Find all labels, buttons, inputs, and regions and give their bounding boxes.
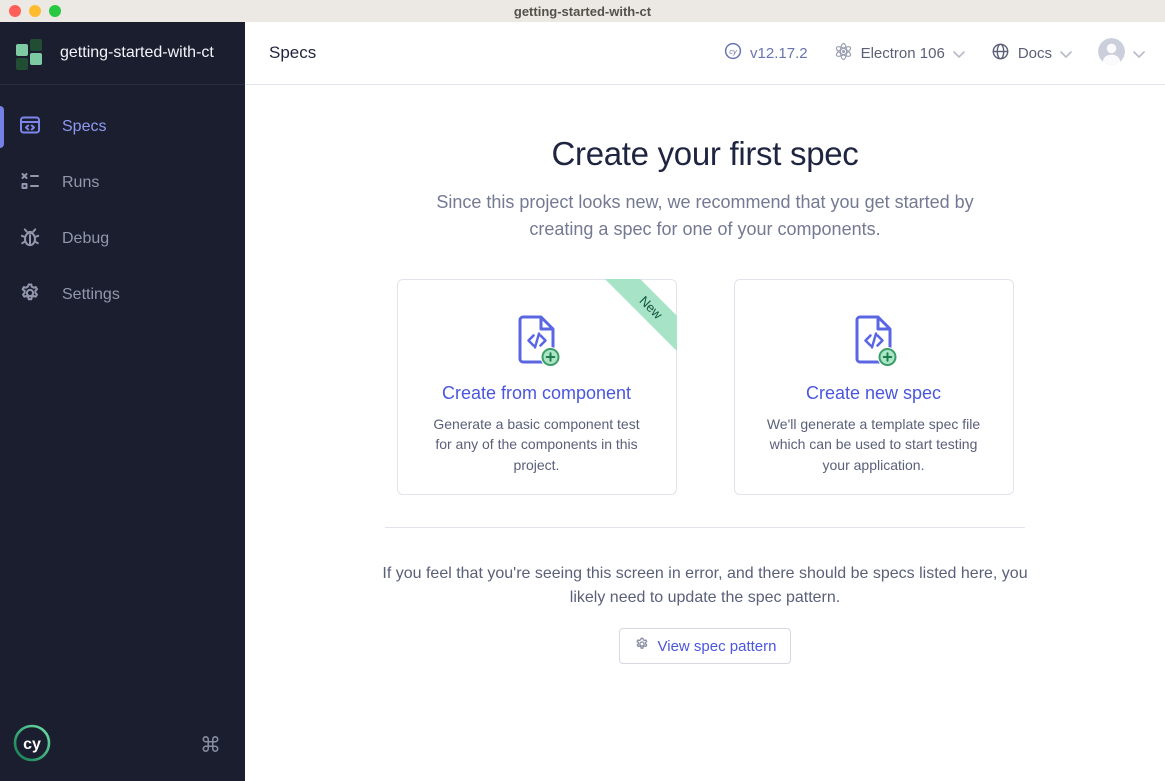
card-description: Generate a basic component test for any … — [433, 416, 640, 473]
project-name: getting-started-with-ct — [60, 44, 214, 61]
sidebar-project-header: getting-started-with-ct — [0, 22, 245, 85]
sidebar-item-label: Debug — [62, 230, 110, 247]
user-menu[interactable] — [1098, 37, 1145, 69]
main-header: Specs cy v12.17.2 Electron 106 Docs — [245, 22, 1165, 85]
view-spec-pattern-button[interactable]: View spec pattern — [618, 628, 792, 664]
runs-icon — [18, 169, 42, 198]
chevron-down-icon — [1060, 45, 1072, 62]
docs-menu[interactable]: Docs — [991, 42, 1072, 65]
main-subheading: Since this project looks new, we recomme… — [436, 192, 974, 239]
sidebar-item-runs[interactable]: Runs — [0, 155, 245, 211]
main-area: Specs cy v12.17.2 Electron 106 Docs Crea… — [245, 22, 1165, 781]
card-title: Create from component — [441, 383, 632, 403]
bug-icon — [18, 225, 42, 254]
minimize-window-button[interactable] — [29, 5, 41, 17]
chevron-down-icon — [1133, 45, 1145, 62]
sidebar-footer: cy ⌘ — [0, 709, 245, 781]
header-right-group: cy v12.17.2 Electron 106 Docs — [724, 37, 1145, 69]
sidebar-item-settings[interactable]: Settings — [0, 267, 245, 323]
docs-globe-icon — [991, 42, 1010, 65]
sidebar-item-specs[interactable]: Specs — [0, 99, 245, 155]
chevron-down-icon — [953, 45, 965, 62]
zoom-window-button[interactable] — [49, 5, 61, 17]
spec-file-icon — [850, 315, 898, 370]
spec-pattern-note: If you feel that you're seeing this scre… — [382, 565, 1028, 606]
version-link[interactable]: cy v12.17.2 — [724, 42, 808, 64]
main-heading: Create your first spec — [551, 135, 859, 172]
new-ribbon: New — [604, 279, 677, 351]
electron-icon — [834, 42, 853, 65]
specs-icon — [18, 113, 42, 142]
window-title: getting-started-with-ct — [513, 3, 652, 19]
project-logo-icon — [16, 38, 44, 70]
app-frame: getting-started-with-ct Specs Runs Debug… — [0, 22, 1165, 781]
sidebar-nav: Specs Runs Debug Settings — [0, 85, 245, 323]
sidebar-item-debug[interactable]: Debug — [0, 211, 245, 267]
close-window-button[interactable] — [9, 5, 21, 17]
spec-cards-row: New Create from component Generate a bas… — [245, 279, 1165, 495]
cy-logo-text: cy — [23, 736, 41, 753]
divider — [385, 527, 1025, 528]
spec-file-icon — [513, 315, 561, 370]
avatar — [1098, 37, 1125, 69]
gear-icon — [634, 636, 650, 656]
docs-label: Docs — [1017, 44, 1052, 62]
cypress-logo[interactable]: cy — [12, 723, 52, 768]
create-from-component-card[interactable]: New Create from component Generate a bas… — [396, 279, 677, 495]
card-title: Create new spec — [805, 383, 942, 403]
cypress-badge-icon: cy — [724, 42, 742, 64]
browser-selector[interactable]: Electron 106 — [834, 42, 965, 65]
sidebar: getting-started-with-ct Specs Runs Debug… — [0, 22, 245, 781]
sidebar-item-label: Settings — [62, 286, 120, 303]
traffic-lights — [9, 5, 61, 17]
sidebar-item-label: Specs — [62, 118, 107, 135]
gear-icon — [18, 281, 42, 310]
keyboard-shortcuts-icon[interactable]: ⌘ — [200, 735, 221, 756]
version-label: v12.17.2 — [750, 44, 808, 62]
create-new-spec-card[interactable]: Create new spec We'll generate a templat… — [733, 279, 1014, 495]
page-title: Specs — [269, 43, 317, 62]
sidebar-item-label: Runs — [62, 174, 100, 191]
view-spec-pattern-label: View spec pattern — [657, 637, 777, 655]
window-titlebar: getting-started-with-ct — [0, 0, 1165, 22]
card-description: We'll generate a template spec file whic… — [766, 416, 981, 473]
browser-label: Electron 106 — [860, 44, 945, 62]
new-ribbon-label: New — [604, 279, 677, 351]
active-indicator — [0, 106, 4, 148]
content: Create your first spec Since this projec… — [245, 85, 1165, 664]
svg-text:cy: cy — [729, 47, 738, 56]
